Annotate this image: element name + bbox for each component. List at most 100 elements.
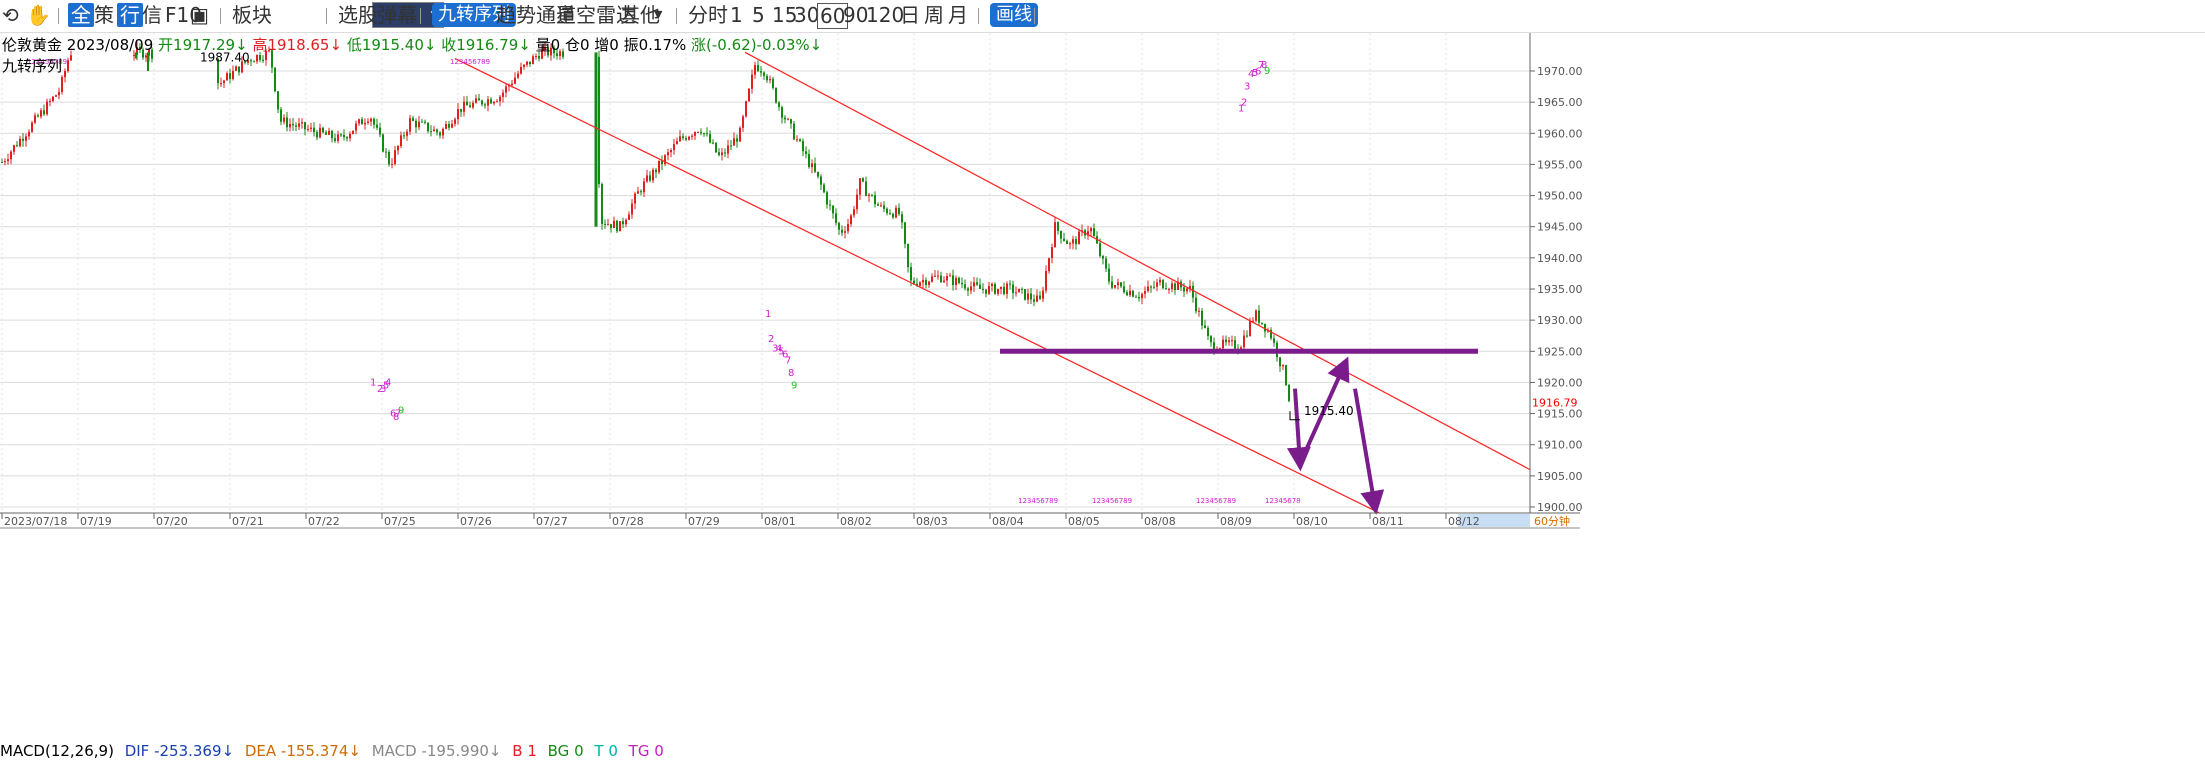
candle-body bbox=[727, 145, 729, 154]
toolbar-sector-button[interactable]: 板块 bbox=[232, 3, 272, 27]
toolbar-all-button[interactable]: 全 bbox=[68, 3, 94, 27]
toolbar-info-button[interactable]: 信 bbox=[142, 3, 162, 27]
candle-body bbox=[1144, 291, 1146, 294]
candle-body bbox=[220, 83, 222, 85]
candle-body bbox=[274, 67, 276, 92]
candle-body bbox=[1279, 357, 1281, 367]
candle-body bbox=[997, 288, 999, 294]
candle-body bbox=[529, 61, 531, 65]
toolbar-draw-line-button[interactable]: 画线 bbox=[990, 3, 1038, 27]
candle-body bbox=[466, 101, 468, 106]
candle-body bbox=[646, 175, 648, 182]
candle-body bbox=[1024, 289, 1026, 300]
y-tick-label: 1945.00 bbox=[1537, 221, 1583, 234]
toolbar-stock-picker-button[interactable]: 选股 bbox=[338, 3, 378, 27]
candle-body bbox=[979, 284, 981, 289]
y-tick-label: 1960.00 bbox=[1537, 127, 1583, 140]
candle-body bbox=[1000, 286, 1002, 289]
candle-body bbox=[925, 279, 927, 285]
candle-body bbox=[13, 145, 15, 152]
x-tick-label: 08/03 bbox=[916, 515, 948, 528]
candle-body bbox=[22, 138, 24, 141]
candle-body bbox=[874, 195, 876, 205]
candle-body bbox=[1246, 335, 1248, 337]
candle-body bbox=[907, 243, 909, 268]
period-1m[interactable]: 1 bbox=[730, 3, 743, 27]
candle-body bbox=[58, 91, 60, 96]
candlestick-chart[interactable]: 1915.401987.401 4235678912345678912345678… bbox=[0, 0, 2205, 761]
candle-body bbox=[1030, 293, 1032, 300]
candle-body bbox=[499, 96, 501, 102]
period-intraday[interactable]: 分时 bbox=[688, 3, 728, 27]
period-90m[interactable]: 90 bbox=[843, 3, 868, 27]
hand-icon[interactable]: ✋ bbox=[26, 3, 51, 27]
candle-body bbox=[358, 119, 360, 124]
candle-body bbox=[973, 282, 975, 287]
candle-body bbox=[880, 205, 882, 207]
period-week[interactable]: 周 bbox=[924, 3, 944, 27]
back-icon[interactable]: ⟲ bbox=[2, 3, 19, 27]
candle-body bbox=[334, 138, 336, 141]
candle-body bbox=[970, 286, 972, 291]
candle-body bbox=[637, 191, 639, 194]
td-sequence-marker: 9 bbox=[398, 406, 404, 417]
candle-body bbox=[469, 105, 471, 108]
x-tick-label: 08/09 bbox=[1220, 515, 1252, 528]
candle-body bbox=[7, 159, 9, 162]
candle-body bbox=[43, 110, 45, 115]
candle-body bbox=[1183, 287, 1185, 292]
candle-body bbox=[856, 194, 858, 210]
candle-body bbox=[775, 87, 777, 103]
period-30m[interactable]: 30 bbox=[794, 3, 819, 27]
period-5m[interactable]: 5 bbox=[752, 3, 765, 27]
candle-body bbox=[397, 146, 399, 151]
toolbar-barrage-button[interactable]: 弹幕 bbox=[377, 3, 417, 27]
candle-body bbox=[1015, 292, 1017, 294]
candle-body bbox=[55, 95, 57, 97]
candle-body bbox=[1222, 339, 1224, 349]
candle-body bbox=[307, 128, 309, 130]
candle-body bbox=[793, 123, 795, 140]
candle-body bbox=[538, 56, 540, 59]
toolbar-quote-button[interactable]: 行 bbox=[117, 3, 143, 27]
y-tick-label: 1940.00 bbox=[1537, 252, 1583, 265]
candle-body bbox=[1162, 279, 1164, 289]
candle-body bbox=[1273, 338, 1275, 343]
x-tick-label: 08/08 bbox=[1144, 515, 1176, 528]
y-tick-label: 1900.00 bbox=[1537, 501, 1583, 514]
candle-body bbox=[1063, 238, 1065, 241]
period-day[interactable]: 日 bbox=[900, 3, 920, 27]
candle-body bbox=[421, 121, 423, 123]
candle-body bbox=[1201, 310, 1203, 326]
candle-body bbox=[1159, 279, 1161, 283]
x-tick-label: 07/19 bbox=[80, 515, 112, 528]
candle-body bbox=[262, 59, 264, 61]
candle-body bbox=[385, 151, 387, 153]
candle-body bbox=[649, 175, 651, 181]
candle-body bbox=[826, 192, 828, 205]
candle-body bbox=[952, 275, 954, 286]
candle-body bbox=[1003, 286, 1005, 295]
candle-body bbox=[391, 163, 393, 165]
candle-body bbox=[1150, 286, 1152, 288]
window-icon[interactable]: ▣ bbox=[190, 3, 209, 27]
candle-body bbox=[622, 221, 624, 225]
candle-body bbox=[331, 130, 333, 139]
toolbar-strategy-button[interactable]: 策 bbox=[94, 3, 114, 27]
candle-body bbox=[472, 102, 474, 108]
candle-body bbox=[865, 181, 867, 197]
y-tick-label: 1925.00 bbox=[1537, 345, 1583, 358]
candle-body bbox=[1258, 310, 1260, 323]
candle-body bbox=[292, 123, 294, 126]
caret-down-icon[interactable]: ▼ bbox=[654, 3, 662, 27]
candle-body bbox=[1075, 239, 1077, 245]
candle-body bbox=[1102, 256, 1104, 259]
period-120m[interactable]: 120 bbox=[866, 3, 904, 27]
candle-body bbox=[802, 141, 804, 152]
candle-body bbox=[349, 134, 351, 139]
candle-body bbox=[445, 124, 447, 129]
toolbar-separator bbox=[326, 8, 327, 24]
candle-body bbox=[688, 136, 690, 140]
period-month[interactable]: 月 bbox=[948, 3, 968, 27]
x-tick-label: 07/26 bbox=[460, 515, 492, 528]
